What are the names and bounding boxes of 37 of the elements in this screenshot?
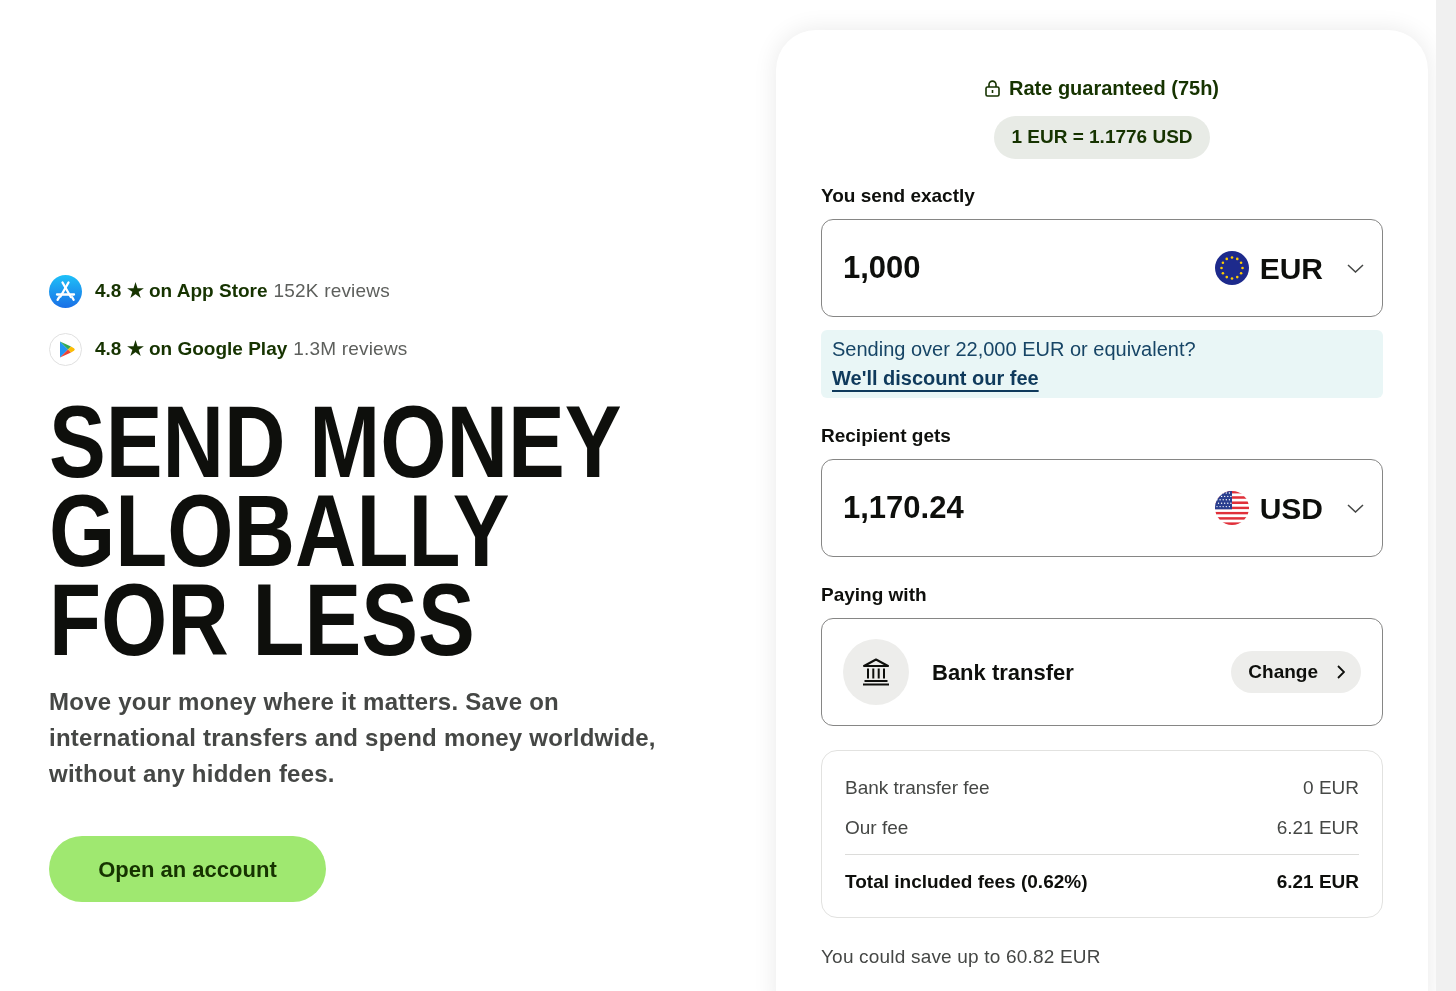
payment-method-name: Bank transfer — [932, 658, 1074, 687]
us-flag-icon — [1214, 491, 1249, 525]
change-button[interactable]: Change — [1231, 651, 1361, 693]
field-label: Recipient gets — [821, 424, 952, 448]
headline: SEND MONEY GLOBALLY FOR LESS — [49, 398, 622, 665]
review-count: 152K reviews — [273, 279, 390, 304]
lock-icon — [984, 79, 1000, 97]
amount-field[interactable]: 1,170.24 USD — [821, 459, 1383, 557]
review-count: 1.3M reviews — [293, 337, 408, 362]
open-account-button[interactable]: Open an account — [49, 836, 326, 902]
store-rating: 4.8 ★ on Google Play — [95, 337, 288, 362]
google-play-icon — [49, 333, 82, 366]
field-label: You send exactly — [821, 184, 976, 208]
fee-label: Our fee — [845, 816, 909, 840]
total-fee-amount: 6.21 EUR — [1276, 870, 1359, 894]
rate-guarantee-text: Rate guaranteed (75h) — [1008, 76, 1220, 101]
fee-label: Bank transfer fee — [845, 776, 990, 800]
currency-dropdown[interactable]: EUR — [1214, 243, 1364, 293]
bank-icon — [843, 639, 909, 705]
discount-notice: Sending over 22,000 EUR or equivalent? We'll discount our fee — [821, 330, 1383, 398]
eu-flag-icon — [1214, 251, 1249, 285]
exchange-rate: 1 EUR = 1.1776 USD — [994, 116, 1210, 159]
fee-amount: 6.21 EUR — [1276, 816, 1359, 840]
chevron-down-icon — [1347, 263, 1364, 273]
savings-note: You could save up to 60.82 EUR — [821, 945, 1102, 969]
chevron-right-icon — [1337, 665, 1345, 679]
store-rating: 4.8 ★ on App Store — [95, 279, 268, 304]
chevron-down-icon — [1347, 503, 1364, 513]
payment-method-selector[interactable]: Bank transfer Change — [821, 618, 1383, 726]
field-label: Paying with — [821, 583, 928, 607]
discount-link[interactable]: We'll discount our fee — [832, 367, 1039, 389]
fee-amount: 0 EUR — [1303, 776, 1359, 800]
amount-field[interactable]: 1,000 EUR — [821, 219, 1383, 317]
intro-text: Move your money where it matters. Save on international transfers and spend money worldwide, without any hidden fees. — [49, 687, 657, 789]
currency-dropdown[interactable]: USD — [1214, 483, 1364, 533]
app-store-icon — [49, 275, 82, 308]
total-fee-label: Total included fees (0.62%) — [845, 870, 1088, 894]
